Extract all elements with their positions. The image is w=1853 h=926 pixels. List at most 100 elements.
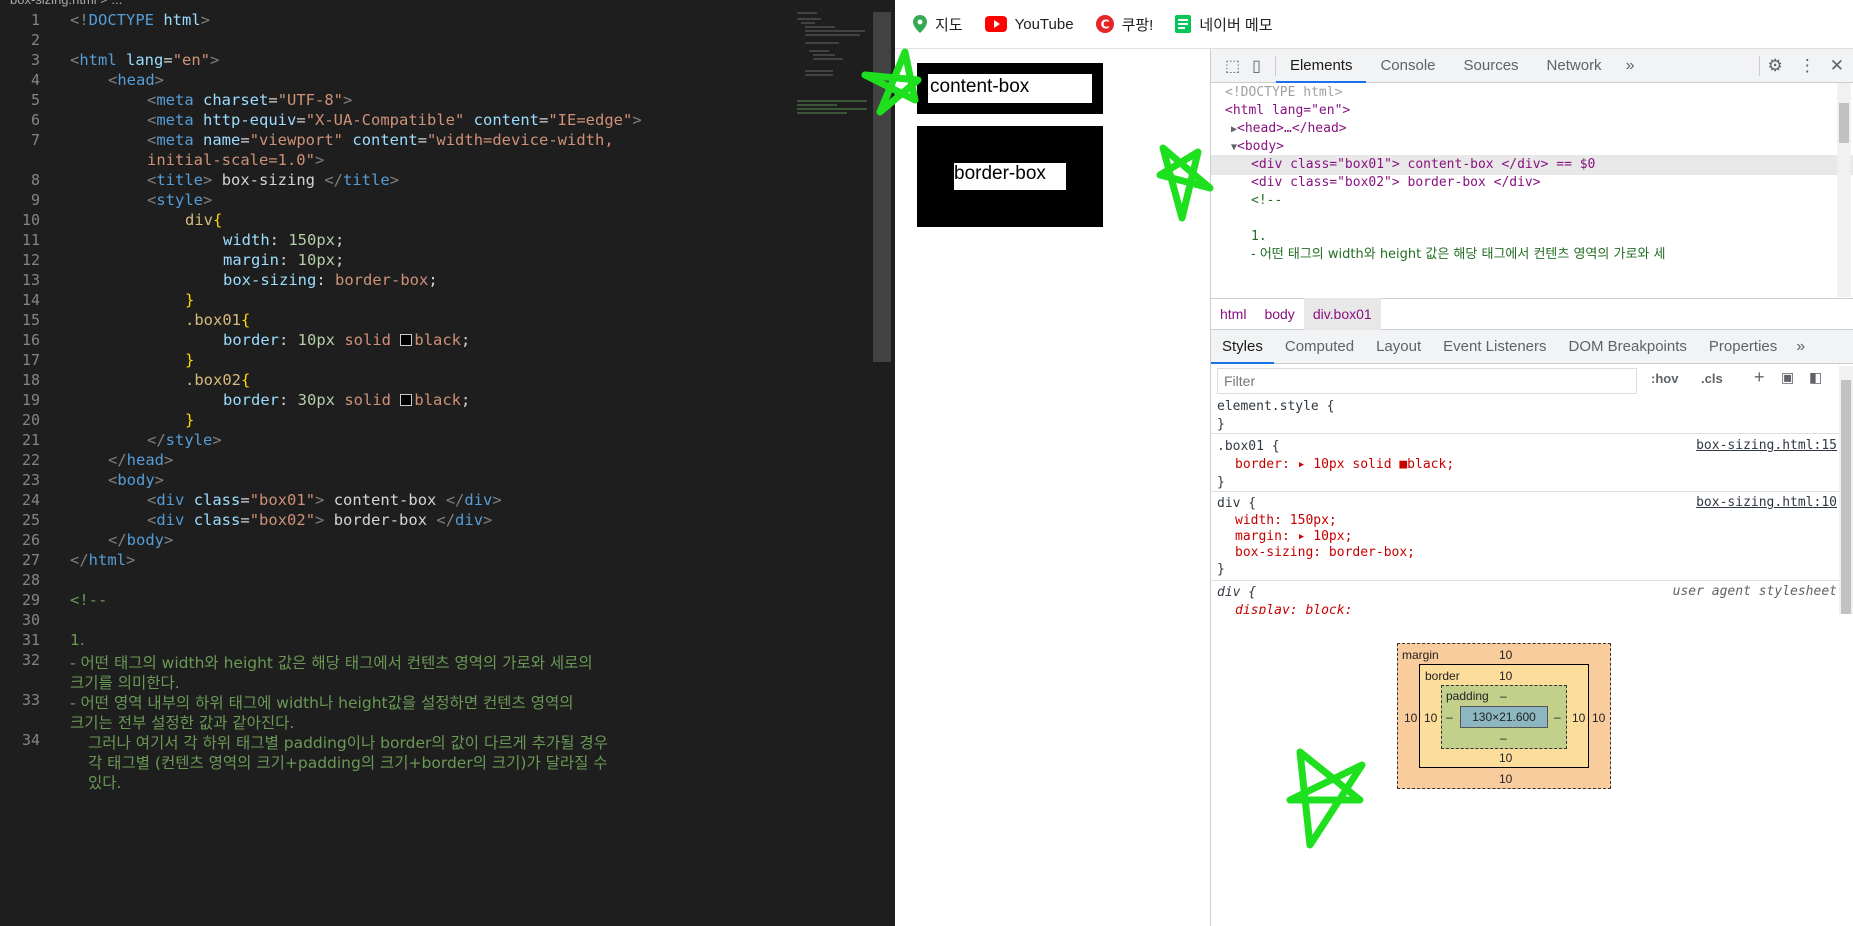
box02[interactable]: border-box xyxy=(917,126,1103,227)
code-line: <title> box-sizing </title> xyxy=(147,171,400,189)
padding-label: padding xyxy=(1446,689,1489,703)
bookmark-map[interactable]: 지도 xyxy=(913,14,963,35)
box-model-content[interactable]: 130×21.600 xyxy=(1460,706,1548,728)
tab-styles[interactable]: Styles xyxy=(1211,330,1274,364)
dom-tree[interactable]: <!DOCTYPE html> <html lang="en"> ▶<head>… xyxy=(1211,83,1853,297)
box-model-padding[interactable]: padding – – – – 130×21.600 xyxy=(1441,685,1567,749)
tab-sources[interactable]: Sources xyxy=(1450,49,1533,83)
line-number: 9 xyxy=(30,191,40,209)
line-number: 21 xyxy=(21,431,40,449)
editor-scrollbar[interactable] xyxy=(873,12,891,362)
paint-icon[interactable]: ▣ xyxy=(1781,369,1794,386)
border-top-value: 10 xyxy=(1499,669,1513,683)
line-number: 24 xyxy=(21,491,40,509)
comment-line: 각 태그별 (컨텐츠 영역의 크기+padding의 크기+border의 크기… xyxy=(88,754,608,772)
crumb-html[interactable]: html xyxy=(1211,298,1255,330)
bookmark-coupang[interactable]: C 쿠팡! xyxy=(1095,14,1154,35)
sidebar-toggle-icon[interactable]: ◧ xyxy=(1809,369,1822,386)
margin-label: margin xyxy=(1402,648,1439,662)
crumb-div-box01[interactable]: div.box01 xyxy=(1303,298,1381,330)
gear-icon[interactable]: ⚙ xyxy=(1758,55,1791,76)
browser-window: 지도 YouTube C 쿠팡! 네이버 메모 content-box bord… xyxy=(895,0,1853,926)
code-line: border: 10px solid black; xyxy=(223,331,471,349)
hov-button[interactable]: :hov xyxy=(1651,371,1678,386)
comment-line: 1. xyxy=(70,631,85,649)
rule-property[interactable]: width: 150px; xyxy=(1211,513,1841,529)
bookmark-youtube[interactable]: YouTube xyxy=(984,15,1074,33)
dom-scrollbar[interactable] xyxy=(1837,83,1851,297)
more-tabs-icon[interactable]: » xyxy=(1616,57,1645,75)
dom-node[interactable]: <div class="box02"> border-box </div> xyxy=(1251,173,1541,193)
code-editor[interactable]: box-sizing.html > ... 123456789101112131… xyxy=(0,0,895,926)
line-number: 19 xyxy=(21,391,40,409)
line-number: 15 xyxy=(21,311,40,329)
close-icon[interactable]: ✕ xyxy=(1824,56,1853,76)
code-line: border: 30px solid black; xyxy=(223,391,471,409)
rule-source-ua: user agent stylesheet xyxy=(1672,584,1837,599)
dom-comment[interactable]: <!-- xyxy=(1251,191,1282,211)
tab-layout[interactable]: Layout xyxy=(1365,330,1432,364)
dom-node-selected[interactable]: <div class="box01"> content-box </div> =… xyxy=(1211,155,1853,175)
comment-line: - 어떤 영역 내부의 하위 태그에 width나 height값을 설정하면 … xyxy=(70,694,574,712)
dom-node[interactable]: <html lang="en"> xyxy=(1225,101,1350,121)
line-number: 5 xyxy=(30,91,40,109)
dom-node[interactable]: <!DOCTYPE html> xyxy=(1225,83,1342,103)
box-model-border[interactable]: border 10 10 10 10 padding – – – – 130×2… xyxy=(1419,664,1589,768)
rule-property[interactable]: margin: ▸ 10px; xyxy=(1211,529,1841,545)
rule-source-link[interactable]: box-sizing.html:15 xyxy=(1696,438,1837,453)
bookmark-label: 네이버 메모 xyxy=(1199,16,1273,34)
bookmark-label: YouTube xyxy=(1014,15,1074,33)
styles-filter-input[interactable]: Filter xyxy=(1217,368,1637,394)
rule-box01[interactable]: .box01 { box-sizing.html:15 border: ▸ 10… xyxy=(1211,438,1841,492)
box01[interactable]: content-box xyxy=(917,63,1103,114)
color-swatch[interactable] xyxy=(400,334,413,346)
svg-text:C: C xyxy=(1100,18,1109,32)
rule-property[interactable]: box-sizing: border-box; xyxy=(1211,545,1841,561)
tab-dom-breakpoints[interactable]: DOM Breakpoints xyxy=(1558,330,1698,364)
rule-close: } xyxy=(1217,417,1225,432)
code-line: <!-- xyxy=(70,591,108,609)
line-number: 27 xyxy=(21,551,40,569)
new-rule-icon[interactable]: + xyxy=(1754,367,1765,388)
rule-div[interactable]: div { box-sizing.html:10 width: 150px; m… xyxy=(1211,495,1841,581)
code-line: <meta charset="UTF-8"> xyxy=(147,91,353,109)
tab-event-listeners[interactable]: Event Listeners xyxy=(1432,330,1557,364)
dom-comment: 1. xyxy=(1251,229,1267,244)
rule-close: } xyxy=(1217,475,1225,490)
tab-console[interactable]: Console xyxy=(1366,49,1449,83)
line-number: 4 xyxy=(30,71,40,89)
tab-properties[interactable]: Properties xyxy=(1698,330,1788,364)
tab-computed[interactable]: Computed xyxy=(1274,330,1365,364)
kebab-menu-icon[interactable]: ⋮ xyxy=(1791,56,1824,76)
margin-left-value: 10 xyxy=(1404,711,1418,725)
bookmark-label: 쿠팡! xyxy=(1121,16,1154,34)
dom-node[interactable]: ▶<head>…</head> xyxy=(1231,119,1347,139)
tab-elements[interactable]: Elements xyxy=(1275,49,1367,83)
inspect-icon[interactable]: ⬚ xyxy=(1211,56,1248,76)
dom-node[interactable]: ▼<body> xyxy=(1231,137,1284,157)
box-model-margin[interactable]: margin 10 10 10 10 border 10 10 10 10 pa… xyxy=(1397,643,1611,789)
more-tabs-icon[interactable]: » xyxy=(1788,338,1813,356)
dom-comment: - 어떤 태그의 width와 height 값은 해당 태그에서 컨텐츠 영역… xyxy=(1251,247,1666,262)
code-line: .box02{ xyxy=(185,371,251,389)
rule-close: } xyxy=(1217,562,1225,577)
crumb-body[interactable]: body xyxy=(1255,298,1303,330)
rule-element-style[interactable]: element.style { } xyxy=(1211,398,1841,434)
tab-network[interactable]: Network xyxy=(1533,49,1616,83)
line-number: 3 xyxy=(30,51,40,69)
device-toolbar-icon[interactable]: ▯ xyxy=(1248,55,1276,76)
line-number: 12 xyxy=(21,251,40,269)
minimap[interactable] xyxy=(795,10,873,140)
line-number: 25 xyxy=(21,511,40,529)
color-swatch[interactable] xyxy=(400,394,413,406)
line-number: 10 xyxy=(21,211,40,229)
rule-property[interactable]: border: ▸ 10px solid ■black; xyxy=(1211,456,1841,474)
comment-line: - 어떤 태그의 width와 height 값은 해당 태그에서 컨텐츠 영역… xyxy=(70,654,593,672)
cls-button[interactable]: .cls xyxy=(1701,371,1723,386)
code-line: } xyxy=(185,351,195,369)
bookmark-naver-memo[interactable]: 네이버 메모 xyxy=(1175,14,1273,35)
rule-source-link[interactable]: box-sizing.html:10 xyxy=(1696,495,1837,510)
code-line: <body> xyxy=(108,471,165,489)
code-line: } xyxy=(185,411,195,429)
code-line: <!DOCTYPE html> xyxy=(70,11,211,29)
